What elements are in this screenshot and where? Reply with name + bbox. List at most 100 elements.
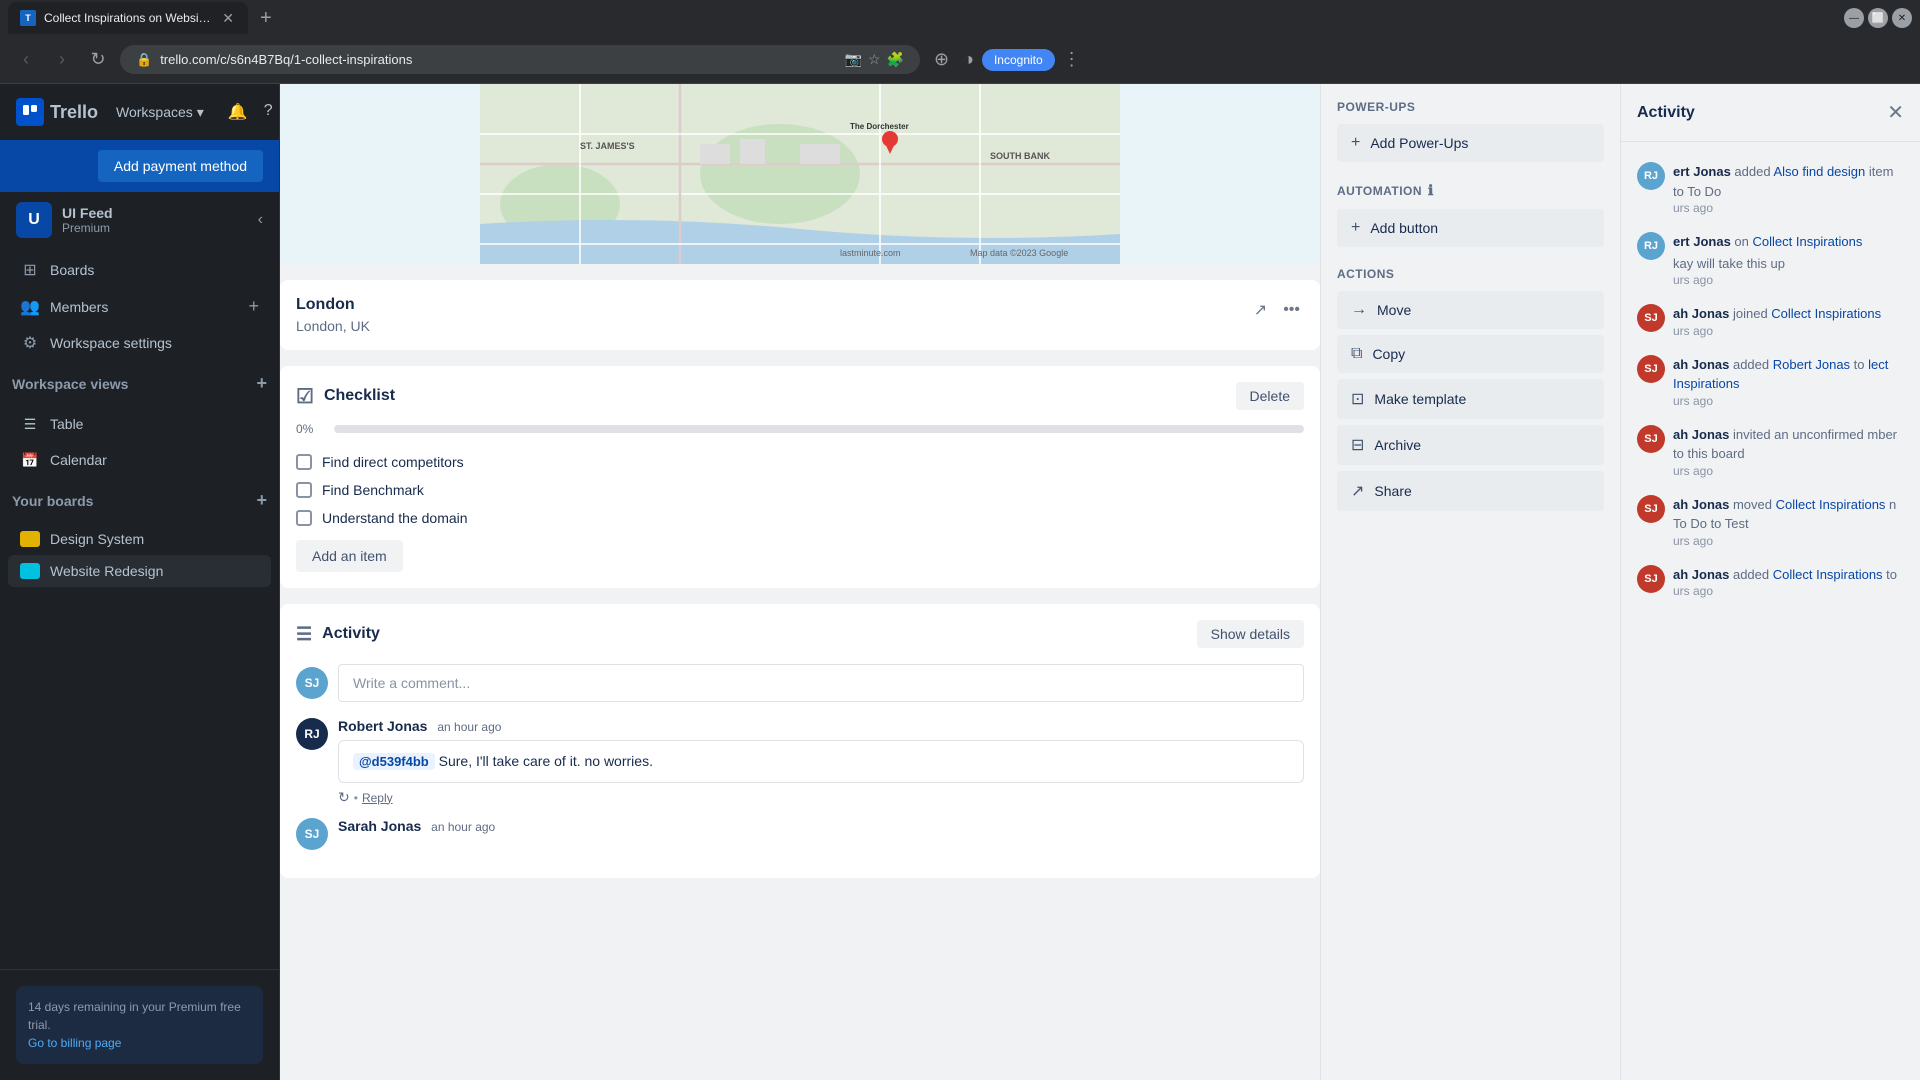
workspace-info[interactable]: U UI Feed Premium ‹	[0, 192, 279, 248]
show-details-button[interactable]: Show details	[1197, 620, 1304, 648]
activity-header: ☰ Activity Show details	[296, 620, 1304, 648]
window-controls: — ⬜ ✕	[1844, 8, 1912, 28]
checklist-item-label-1: Find direct competitors	[322, 454, 464, 470]
comment-text-1: @d539f4bb Sure, I'll take care of it. no…	[338, 740, 1304, 783]
board-item-design-system[interactable]: Design System	[8, 523, 271, 555]
feed-avatar-6: SJ	[1637, 495, 1665, 523]
mention-badge[interactable]: @d539f4bb	[353, 753, 435, 770]
workspace-views-header[interactable]: Workspace views +	[0, 365, 279, 402]
workspaces-button[interactable]: Collect Inspirations on Website R... Wor…	[108, 100, 212, 125]
close-activity-panel-button[interactable]: ✕	[1887, 100, 1904, 125]
workspace-settings-label: Workspace settings	[50, 335, 259, 351]
add-button-button[interactable]: + Add button	[1337, 209, 1604, 247]
feed-avatar-4: SJ	[1637, 355, 1665, 383]
your-boards-header[interactable]: Your boards +	[0, 482, 279, 519]
location-actions: ↗ •••	[1250, 296, 1304, 324]
feed-link-1[interactable]: Also find design	[1773, 164, 1865, 179]
feed-link-2[interactable]: Collect Inspirations	[1753, 234, 1863, 249]
automation-info-icon[interactable]: ℹ	[1428, 182, 1434, 199]
make-template-button[interactable]: ⊡ Make template	[1337, 379, 1604, 419]
collapse-sidebar-button[interactable]: ‹	[258, 211, 263, 229]
comment-input[interactable]: Write a comment...	[338, 664, 1304, 702]
forward-button[interactable]: ›	[48, 46, 76, 74]
feed-link-4a[interactable]: Robert Jonas	[1773, 357, 1850, 372]
far-right-header: Activity ✕	[1621, 84, 1920, 142]
comment-placeholder: Write a comment...	[353, 675, 470, 691]
add-workspace-view-icon[interactable]: +	[256, 373, 267, 394]
comment-avatar-sj: SJ	[296, 818, 328, 850]
reply-link-1[interactable]: Reply	[362, 791, 393, 805]
minimize-button[interactable]: —	[1844, 8, 1864, 28]
location-expand-button[interactable]: ↗	[1250, 296, 1271, 324]
add-power-ups-button[interactable]: + Add Power-Ups	[1337, 124, 1604, 162]
incognito-badge: Incognito	[982, 49, 1055, 71]
back-button[interactable]: ‹	[12, 46, 40, 74]
move-button[interactable]: → Move	[1337, 291, 1604, 329]
feed-link-3[interactable]: Collect Inspirations	[1771, 306, 1881, 321]
far-right-activity-panel: Activity ✕ RJ ert Jonas added Also find …	[1620, 84, 1920, 1080]
checklist-delete-button[interactable]: Delete	[1236, 382, 1304, 410]
extensions-icon[interactable]: 🧩	[887, 51, 904, 68]
new-tab-button[interactable]: +	[252, 3, 280, 34]
star-icon[interactable]: ☆	[868, 51, 881, 68]
comment-author-1: Robert Jonas	[338, 718, 427, 734]
calendar-view-item[interactable]: 📅 Calendar	[8, 442, 271, 478]
comment-block-2: SJ Sarah Jonas an hour ago	[296, 818, 1304, 850]
add-member-icon[interactable]: +	[248, 296, 259, 317]
notification-icon[interactable]: 🔔	[222, 96, 254, 128]
archive-button[interactable]: ⊟ Archive	[1337, 425, 1604, 465]
table-view-item[interactable]: ☰ Table	[8, 406, 271, 442]
location-subtitle: London, UK	[296, 318, 370, 334]
add-payment-button[interactable]: Add payment method	[98, 150, 263, 182]
comment-actions-1: ↻ • Reply	[338, 789, 1304, 806]
add-icon: +	[1351, 219, 1360, 237]
feed-link-7[interactable]: Collect Inspirations	[1773, 567, 1883, 582]
checklist-checkbox-2[interactable]	[296, 482, 312, 498]
sidebar-item-workspace-settings[interactable]: ⚙ Workspace settings	[8, 325, 271, 361]
add-board-icon[interactable]: +	[256, 490, 267, 511]
workspace-details: UI Feed Premium	[62, 205, 113, 235]
tab-close-button[interactable]: ✕	[220, 8, 236, 29]
checklist-checkbox-1[interactable]	[296, 454, 312, 470]
location-card: London London, UK ↗ •••	[280, 280, 1320, 350]
svg-text:Map data ©2023 Google: Map data ©2023 Google	[970, 248, 1068, 258]
sidebar-item-boards[interactable]: ⊞ Boards	[8, 252, 271, 288]
svg-text:lastminute.com: lastminute.com	[840, 248, 901, 258]
sidebar-item-members[interactable]: 👥 Members +	[8, 288, 271, 325]
chevron-down-icon: ▾	[197, 104, 204, 121]
close-button[interactable]: ✕	[1892, 8, 1912, 28]
location-more-button[interactable]: •••	[1279, 296, 1304, 324]
actions-title: Actions	[1337, 267, 1604, 281]
sidebar-footer: 14 days remaining in your Premium free t…	[0, 969, 279, 1080]
checklist-item-2: Find Benchmark	[296, 476, 1304, 504]
comment-block-1: RJ Robert Jonas an hour ago @d539f4bb Su…	[296, 718, 1304, 806]
share-button[interactable]: ↗ Share	[1337, 471, 1604, 511]
feed-item-6: SJ ah Jonas moved Collect Inspirations n…	[1637, 487, 1904, 557]
feed-avatar-2: RJ	[1637, 232, 1665, 260]
active-tab[interactable]: T Collect Inspirations on Website R... ✕	[8, 2, 248, 34]
checklist-checkbox-3[interactable]	[296, 510, 312, 526]
theme-icon[interactable]: ◑	[957, 43, 980, 76]
board-item-website-redesign[interactable]: Website Redesign	[8, 555, 271, 587]
more-options-icon[interactable]: ⋮	[1057, 43, 1087, 76]
map-svg: SOUTH BANK ST. JAMES'S The Dorchester Ma…	[280, 84, 1320, 264]
automation-section: Automation ℹ + Add button	[1337, 182, 1604, 247]
board-color-website-redesign	[20, 563, 40, 579]
trello-logo-text: Trello	[50, 102, 98, 123]
help-icon[interactable]: ?	[258, 96, 279, 128]
tab-bar: T Collect Inspirations on Website R... ✕…	[0, 0, 1920, 36]
svg-text:SOUTH BANK: SOUTH BANK	[990, 151, 1050, 161]
workspace-name: UI Feed	[62, 205, 113, 221]
copy-button[interactable]: ⧉ Copy	[1337, 335, 1604, 373]
address-bar[interactable]: 🔒 trello.com/c/s6n4B7Bq/1-collect-inspir…	[120, 45, 920, 74]
refresh-button[interactable]: ↻	[84, 46, 112, 74]
billing-link[interactable]: Go to billing page	[28, 1036, 121, 1050]
boards-label: Boards	[50, 262, 259, 278]
payment-bar: Add payment method	[0, 140, 279, 192]
add-checklist-item-button[interactable]: Add an item	[296, 540, 403, 572]
comment-author-2: Sarah Jonas	[338, 818, 421, 834]
search-icon[interactable]: ⊕	[928, 43, 955, 76]
maximize-button[interactable]: ⬜	[1868, 8, 1888, 28]
feed-link-6[interactable]: Collect Inspirations	[1776, 497, 1886, 512]
feed-text-7: ah Jonas added Collect Inspirations to u…	[1673, 565, 1897, 599]
